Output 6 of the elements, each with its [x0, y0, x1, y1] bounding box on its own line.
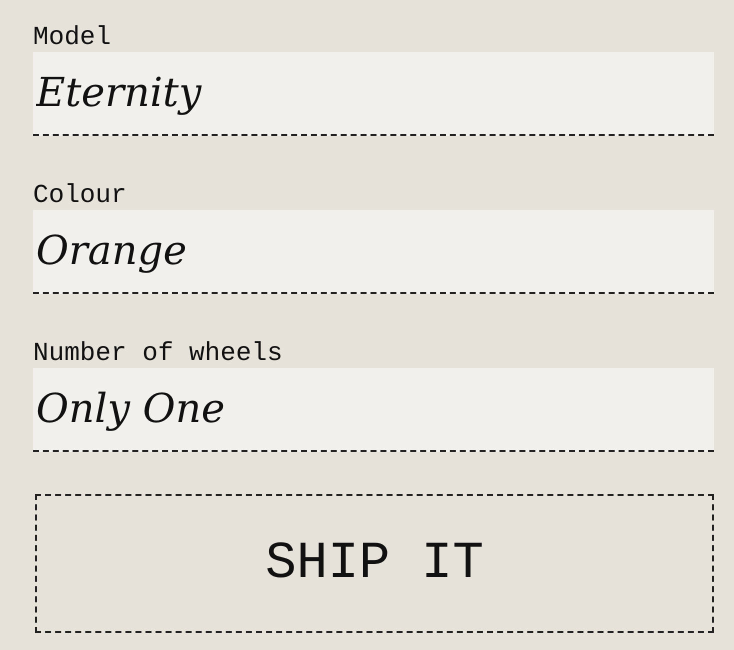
- input-field[interactable]: Only One: [33, 368, 714, 452]
- input-field[interactable]: Orange: [33, 210, 714, 294]
- field-label: Model: [33, 22, 112, 52]
- field-label: Number of wheels: [33, 338, 284, 368]
- ship-button[interactable]: SHIP IT: [35, 494, 714, 633]
- field-label: Colour: [33, 180, 128, 210]
